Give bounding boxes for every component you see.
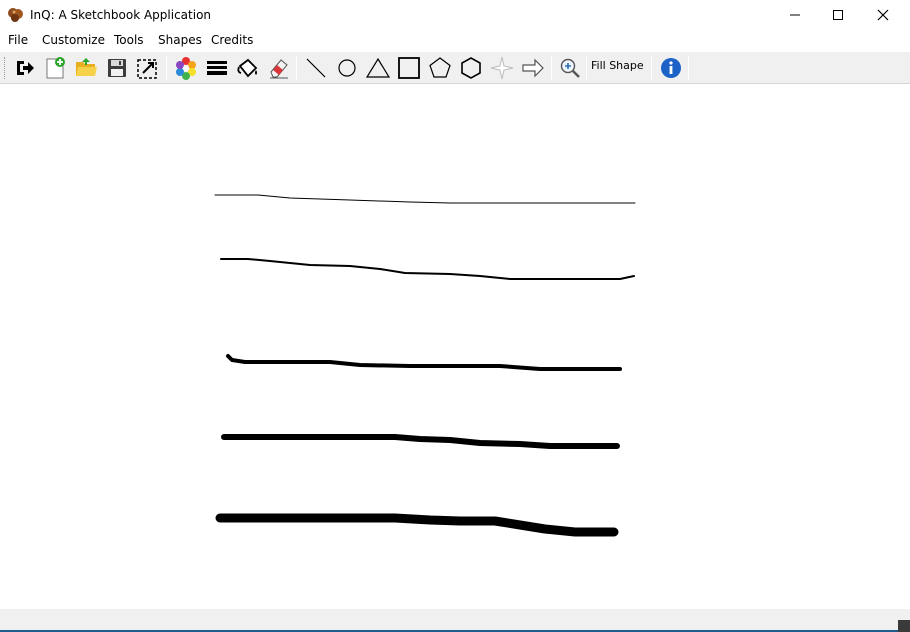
star-tool-icon	[490, 56, 514, 80]
maximize-icon	[833, 10, 843, 20]
triangle-tool-icon	[366, 57, 390, 78]
close-button[interactable]	[860, 0, 906, 30]
open-folder-button[interactable]	[73, 55, 99, 81]
line-width-button[interactable]	[204, 55, 230, 81]
circle-tool-icon	[338, 59, 356, 77]
menu-file[interactable]: File	[8, 33, 28, 47]
rectangle-tool-icon	[398, 57, 420, 79]
export-icon	[137, 59, 157, 79]
star-tool-button[interactable]	[489, 55, 515, 81]
arrow-tool-icon	[522, 58, 544, 78]
line-width-icon	[207, 61, 227, 75]
zoom-button[interactable]	[557, 55, 583, 81]
hexagon-tool-button[interactable]	[458, 55, 484, 81]
save-button[interactable]	[104, 55, 130, 81]
sketch-stroke	[220, 258, 635, 280]
resize-grip[interactable]	[898, 620, 910, 632]
sketch-stroke	[215, 513, 619, 537]
exit-icon	[17, 61, 34, 75]
canvas-svg	[214, 194, 636, 537]
toolbar-separator	[688, 56, 689, 80]
menu-shapes[interactable]: Shapes	[158, 33, 202, 47]
export-button[interactable]	[135, 55, 161, 81]
close-icon	[877, 9, 889, 21]
hexagon-tool-icon	[461, 57, 481, 79]
pentagon-tool-button[interactable]	[427, 55, 453, 81]
toolbar-separator	[551, 56, 552, 80]
eraser-icon	[270, 59, 288, 79]
menu-customize[interactable]: Customize	[42, 33, 105, 47]
app-logo-icon	[8, 8, 23, 22]
fill-bucket-icon	[237, 58, 258, 78]
drawing-canvas[interactable]	[0, 85, 910, 609]
toolbar-separator	[586, 56, 587, 80]
info-button[interactable]	[658, 55, 684, 81]
info-icon	[661, 58, 681, 78]
rectangle-tool-button[interactable]	[396, 55, 422, 81]
open-folder-icon	[76, 58, 97, 76]
toolbar-grip[interactable]	[4, 57, 7, 79]
sketch-stroke	[221, 434, 620, 449]
color-palette-icon	[176, 57, 196, 80]
minimize-icon	[790, 14, 800, 16]
status-bar	[0, 609, 910, 632]
title-bar: InQ: A Sketchbook Application	[0, 0, 910, 30]
new-file-button[interactable]	[42, 55, 68, 81]
line-tool-button[interactable]	[303, 55, 329, 81]
minimize-button[interactable]	[772, 0, 818, 30]
arrow-tool-button[interactable]	[520, 55, 546, 81]
zoom-icon	[560, 58, 580, 78]
fill-shape-button[interactable]: Fill Shape	[591, 59, 644, 72]
save-icon	[108, 59, 126, 77]
sketch-stroke	[214, 194, 636, 204]
menu-credits[interactable]: Credits	[211, 33, 253, 47]
circle-tool-button[interactable]	[334, 55, 360, 81]
new-file-icon	[46, 57, 65, 79]
menu-tools[interactable]: Tools	[114, 33, 144, 47]
color-palette-button[interactable]	[173, 55, 199, 81]
fill-bucket-button[interactable]	[235, 55, 261, 81]
line-tool-icon	[306, 58, 326, 78]
sketch-stroke	[226, 354, 622, 371]
menu-bar: File Customize Tools Shapes Credits	[0, 30, 910, 51]
toolbar-separator	[651, 56, 652, 80]
window-title: InQ: A Sketchbook Application	[30, 8, 212, 22]
toolbar: Fill Shape	[0, 52, 910, 84]
exit-button[interactable]	[12, 55, 38, 81]
toolbar-separator	[296, 56, 297, 80]
eraser-button[interactable]	[266, 55, 292, 81]
maximize-button[interactable]	[815, 0, 861, 30]
triangle-tool-button[interactable]	[365, 55, 391, 81]
toolbar-separator	[166, 56, 167, 80]
pentagon-tool-icon	[429, 57, 451, 78]
